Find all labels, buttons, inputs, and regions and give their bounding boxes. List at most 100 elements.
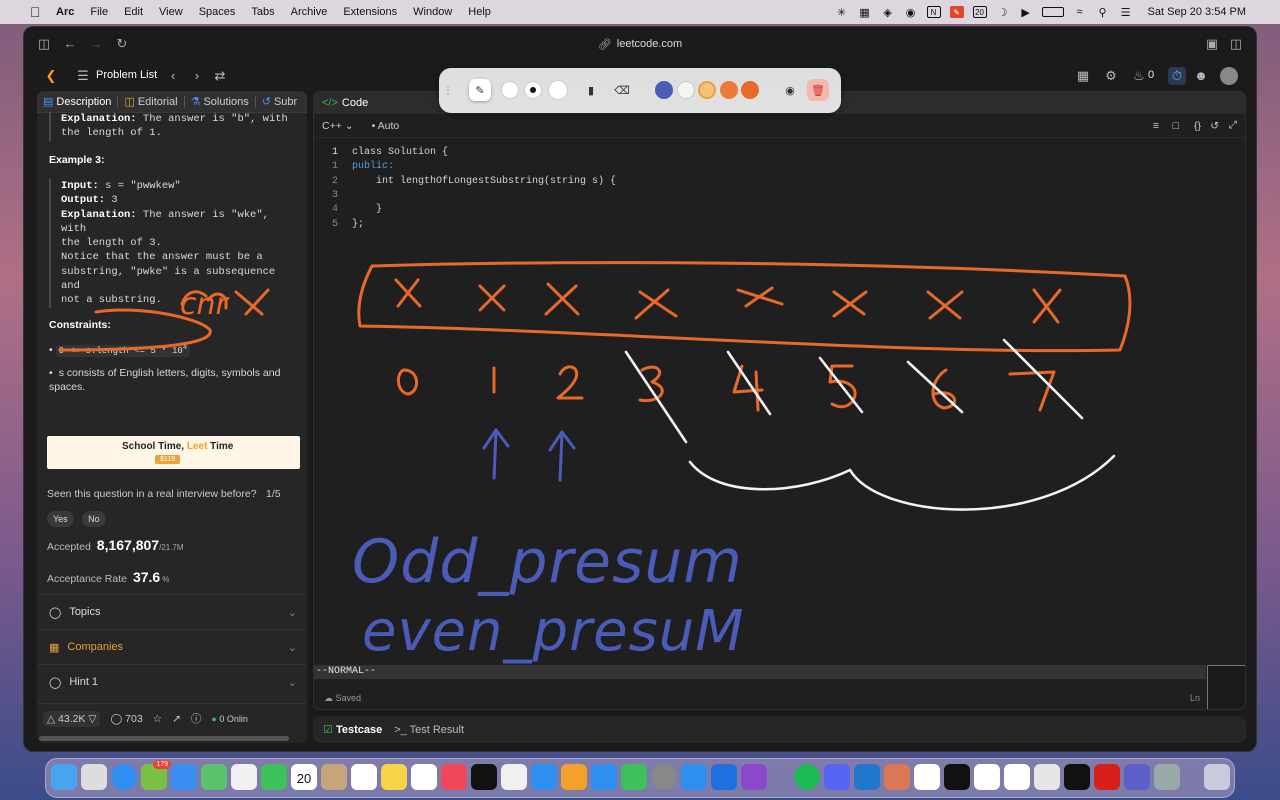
language-select[interactable]: C++ ⌄	[322, 120, 354, 132]
reset-icon[interactable]: ↺	[1210, 120, 1219, 132]
code-line[interactable]: 4 }	[314, 203, 382, 217]
menu-app-arc[interactable]: Arc	[56, 6, 74, 18]
news-icon[interactable]	[501, 764, 527, 790]
play-icon[interactable]: ▶	[1019, 6, 1033, 19]
clear-icon[interactable]: ◉	[779, 79, 801, 101]
acrobat-icon[interactable]	[1094, 764, 1120, 790]
reminders-icon[interactable]	[351, 764, 377, 790]
extension-icon[interactable]: ▦	[858, 6, 872, 19]
tab-solutions[interactable]: ⚗ Solutions	[185, 95, 255, 109]
menu-archive[interactable]: Archive	[291, 6, 328, 18]
leetcode-logo-icon[interactable]: ❮	[42, 67, 60, 85]
calendar-widget-icon[interactable]	[974, 764, 1000, 790]
disk-utility-icon[interactable]	[1154, 764, 1180, 790]
finder-icon[interactable]	[51, 764, 77, 790]
photos-icon[interactable]	[231, 764, 257, 790]
highlighter-icon[interactable]: ▮	[580, 79, 602, 101]
notion-app-icon[interactable]	[1004, 764, 1030, 790]
tab-description[interactable]: ▤ Description	[37, 95, 117, 109]
cube-icon[interactable]: ◈	[881, 6, 895, 19]
prev-problem-icon[interactable]: ‹	[164, 67, 182, 85]
tab-submissions[interactable]: ↺ Subr	[256, 95, 303, 109]
pages-icon[interactable]	[561, 764, 587, 790]
trash-can-icon[interactable]	[1204, 764, 1230, 790]
flame-icon[interactable]: ♨	[1130, 67, 1148, 85]
layout-icon[interactable]: ▦	[1074, 67, 1092, 85]
shuffle-icon[interactable]: ⇄	[211, 67, 229, 85]
add-user-icon[interactable]: ☻	[1192, 67, 1210, 85]
battery-icon[interactable]	[1041, 7, 1064, 17]
spotify-icon[interactable]	[794, 764, 820, 790]
fullscreen-icon[interactable]: ⤢	[1229, 119, 1237, 132]
freeform-icon[interactable]	[411, 764, 437, 790]
minimap[interactable]	[1207, 665, 1245, 709]
code-line[interactable]: 2 int lengthOfLongestSubstring(string s)…	[314, 175, 616, 189]
scrollbar[interactable]	[39, 736, 289, 741]
format-icon[interactable]: ≡	[1153, 120, 1159, 132]
braces-icon[interactable]: {}	[1194, 120, 1201, 132]
help-icon[interactable]: ⓘ	[191, 711, 202, 726]
color-white[interactable]	[677, 81, 695, 99]
terminal-app-icon[interactable]	[944, 764, 970, 790]
menu-tabs[interactable]: Tabs	[251, 6, 274, 18]
share-icon[interactable]: ↗	[172, 713, 181, 725]
section-hint-1[interactable]: ◯ Hint 1 ⌄	[37, 664, 307, 699]
contacts-icon[interactable]	[321, 764, 347, 790]
clock[interactable]: Sat Sep 20 3:54 PM	[1148, 6, 1246, 18]
numbers-icon[interactable]	[621, 764, 647, 790]
avatar[interactable]	[1220, 67, 1238, 85]
back-icon[interactable]: ←	[62, 36, 78, 52]
claude-icon[interactable]	[884, 764, 910, 790]
code-line[interactable]: 5};	[314, 218, 364, 232]
facetime-icon[interactable]	[261, 764, 287, 790]
share-icon[interactable]: ▣	[1204, 36, 1220, 52]
safari-icon[interactable]	[111, 764, 137, 790]
problem-list-link[interactable]: Problem List	[96, 69, 157, 81]
star-icon[interactable]: ☆	[153, 713, 162, 725]
menu-window[interactable]: Window	[413, 6, 452, 18]
maps-icon[interactable]	[201, 764, 227, 790]
music-icon[interactable]	[441, 764, 467, 790]
thumbs-down-icon[interactable]: ▽	[88, 713, 96, 725]
teams-icon[interactable]	[1124, 764, 1150, 790]
control-center-icon[interactable]: ☰	[1119, 6, 1133, 19]
code-line[interactable]: 1 public:	[314, 160, 394, 174]
split-view-icon[interactable]: ◫	[1228, 36, 1244, 52]
notion-icon[interactable]: N	[926, 6, 941, 18]
system-settings-icon[interactable]	[651, 764, 677, 790]
stroke-size-large[interactable]	[548, 80, 568, 100]
menu-edit[interactable]: Edit	[124, 6, 143, 18]
menu-help[interactable]: Help	[468, 6, 491, 18]
reload-icon[interactable]: ↻	[114, 36, 130, 52]
pdf-icon[interactable]: ✎	[949, 6, 964, 18]
tab-test-result[interactable]: >_ Test Result	[394, 724, 464, 736]
wifi-icon[interactable]: ≈	[1073, 6, 1087, 18]
search-icon[interactable]: ⚲	[1096, 6, 1110, 19]
bookmark-icon[interactable]: □	[1173, 120, 1179, 132]
iphone-mirroring-icon[interactable]	[681, 764, 707, 790]
menu-spaces[interactable]: Spaces	[199, 6, 236, 18]
section-companies[interactable]: ▦ Companies ⌄	[37, 629, 307, 664]
moon-icon[interactable]: ☽	[996, 6, 1010, 19]
roblox-studio-icon[interactable]	[1064, 764, 1090, 790]
keynote-icon[interactable]	[531, 764, 557, 790]
discord-icon[interactable]	[824, 764, 850, 790]
sparkle-icon[interactable]: ✳	[835, 6, 849, 19]
url-bar[interactable]: ◫ ← → ↻ 🔗︎ leetcode.com ▣ ◫	[24, 27, 1256, 61]
section-topics[interactable]: ◯ Topics ⌄	[37, 594, 307, 629]
podcast-icon[interactable]	[741, 764, 767, 790]
timer-icon[interactable]: ⏱	[1168, 67, 1186, 85]
next-problem-icon[interactable]: ›	[188, 67, 206, 85]
color-blue[interactable]	[655, 81, 673, 99]
auto-mode[interactable]: • Auto	[372, 120, 400, 132]
forward-icon[interactable]: →	[88, 36, 104, 52]
menu-file[interactable]: File	[90, 6, 108, 18]
app-store-icon[interactable]	[591, 764, 617, 790]
messages-icon[interactable]: 179	[141, 760, 171, 790]
stroke-size-medium[interactable]	[524, 81, 542, 99]
like-button[interactable]: △ 43.2K ▽	[43, 710, 101, 727]
code-line[interactable]: 3	[314, 189, 338, 203]
vscode-icon[interactable]	[854, 764, 880, 790]
yes-button[interactable]: Yes	[47, 511, 74, 527]
menu-extensions[interactable]: Extensions	[343, 6, 397, 18]
